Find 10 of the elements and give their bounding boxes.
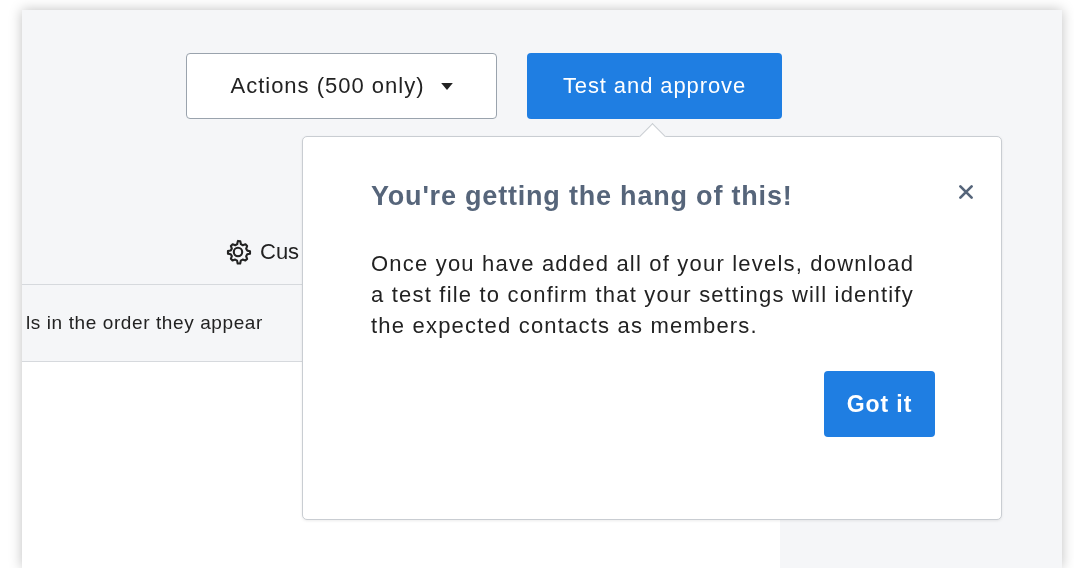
settings-icon <box>224 238 252 266</box>
close-icon[interactable] <box>957 182 975 201</box>
customize-link[interactable]: Cus <box>260 239 300 265</box>
got-it-button[interactable]: Got it <box>824 371 935 437</box>
caret-icon <box>440 82 453 90</box>
actions-dropdown-button[interactable]: Actions (500 only) <box>186 53 497 119</box>
instruction-text: ls in the order they appear <box>26 312 263 334</box>
popover-text: Once you have added all of your levels, download a test file to confirm that your settings will identify the expected contacts as members. <box>371 250 916 340</box>
test-and-approve-button[interactable]: Test and approve <box>527 53 782 119</box>
popover-title: You're getting the hang of this! <box>371 181 793 212</box>
